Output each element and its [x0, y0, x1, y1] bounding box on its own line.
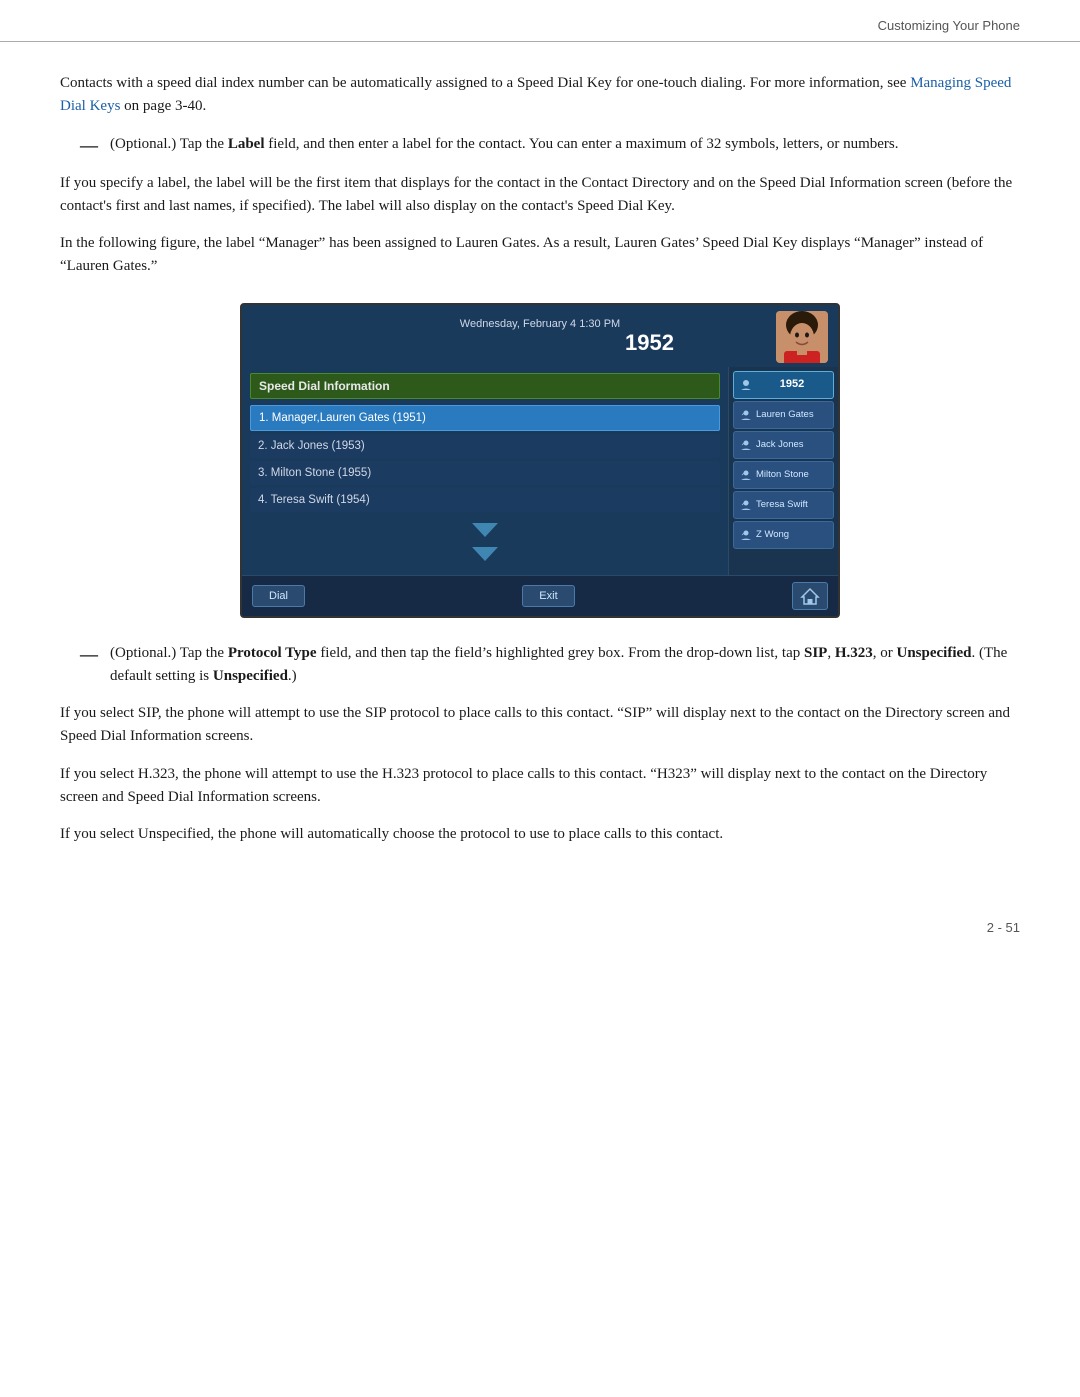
- speed-key-2-label: Lauren Gates: [756, 409, 814, 420]
- speed-dial-header: Speed Dial Information: [250, 373, 720, 399]
- phone-right-panel: 1952 Lauren Gates: [728, 367, 838, 575]
- phone-main-body: Speed Dial Information 1. Manager,Lauren…: [242, 367, 838, 575]
- contact-item-1[interactable]: 1. Manager,Lauren Gates (1951): [250, 405, 720, 431]
- phone-topbar: Wednesday, February 4 1:30 PM 1952: [242, 305, 838, 367]
- contact-4-text: 4. Teresa Swift (1954): [258, 494, 370, 506]
- speed-key-1-icon: [739, 378, 753, 392]
- phone-extension-display: 1952: [396, 330, 684, 356]
- speed-key-teresa-swift[interactable]: Teresa Swift: [733, 491, 834, 519]
- contact-item-4[interactable]: 4. Teresa Swift (1954): [250, 488, 720, 512]
- speed-key-5-icon: [739, 498, 753, 512]
- bullet-item-1: — (Optional.) Tap the Label field, and t…: [80, 133, 1020, 158]
- bullet-2-text: (Optional.) Tap the Protocol Type field,…: [110, 642, 1020, 689]
- paragraph-4: If you select SIP, the phone will attemp…: [60, 702, 1020, 749]
- contact-2-text: 2. Jack Jones (1953): [258, 440, 365, 452]
- chapter-title: Customizing Your Phone: [878, 18, 1020, 33]
- avatar-svg: [776, 311, 828, 363]
- page-number: 2 - 51: [987, 920, 1020, 935]
- speed-key-4-icon: [739, 468, 753, 482]
- speed-key-4-label: Milton Stone: [756, 469, 809, 480]
- exit-button[interactable]: Exit: [522, 585, 574, 607]
- contact-item-3[interactable]: 3. Milton Stone (1955): [250, 461, 720, 485]
- page-header: Customizing Your Phone: [0, 0, 1080, 42]
- dial-button[interactable]: Dial: [252, 585, 305, 607]
- speed-key-6-icon: [739, 528, 753, 542]
- speed-key-5-label: Teresa Swift: [756, 499, 808, 510]
- home-button[interactable]: [792, 582, 828, 610]
- paragraph-3: In the following figure, the label “Mana…: [60, 232, 1020, 279]
- dash-symbol-2: —: [80, 642, 98, 689]
- speed-key-3-icon: [739, 438, 753, 452]
- paragraph-2: If you specify a label, the label will b…: [60, 172, 1020, 219]
- contact-3-text: 3. Milton Stone (1955): [258, 467, 371, 479]
- speed-key-lauren-gates[interactable]: Lauren Gates: [733, 401, 834, 429]
- speed-key-1952[interactable]: 1952: [733, 371, 834, 399]
- scroll-arrows: [250, 515, 720, 569]
- phone-screenshot: Wednesday, February 4 1:30 PM 1952: [240, 303, 840, 618]
- speed-key-milton-stone[interactable]: Milton Stone: [733, 461, 834, 489]
- phone-topbar-right: [684, 311, 828, 363]
- bullet-1-text: (Optional.) Tap the Label field, and the…: [110, 133, 899, 158]
- speed-key-2-icon: [739, 408, 753, 422]
- speed-key-3-label: Jack Jones: [756, 439, 804, 450]
- speed-key-jack-jones[interactable]: Jack Jones: [733, 431, 834, 459]
- bullet-item-2: — (Optional.) Tap the Protocol Type fiel…: [80, 642, 1020, 689]
- phone-datetime: Wednesday, February 4 1:30 PM: [396, 318, 684, 330]
- speed-key-z-wong[interactable]: Z Wong: [733, 521, 834, 549]
- paragraph-6: If you select Unspecified, the phone wil…: [60, 823, 1020, 846]
- p1-suffix: on page 3-40.: [120, 98, 206, 114]
- phone-left-panel: Speed Dial Information 1. Manager,Lauren…: [242, 367, 728, 575]
- contact-item-2[interactable]: 2. Jack Jones (1953): [250, 434, 720, 458]
- paragraph-1: Contacts with a speed dial index number …: [60, 72, 1020, 119]
- speed-key-1-label: 1952: [756, 378, 828, 391]
- contact-1-text: 1. Manager,Lauren Gates (1951): [259, 412, 426, 424]
- main-content: Contacts with a speed dial index number …: [0, 42, 1080, 890]
- phone-topbar-center: Wednesday, February 4 1:30 PM 1952: [396, 318, 684, 356]
- scroll-down-arrow-1[interactable]: [468, 519, 502, 541]
- p1-text: Contacts with a speed dial index number …: [60, 75, 910, 91]
- dash-symbol-1: —: [80, 133, 98, 158]
- contact-avatar: [776, 311, 828, 363]
- scroll-down-arrow-2[interactable]: [468, 543, 502, 565]
- speed-key-6-label: Z Wong: [756, 529, 789, 540]
- page-footer: 2 - 51: [0, 910, 1080, 945]
- paragraph-5: If you select H.323, the phone will atte…: [60, 763, 1020, 810]
- phone-bottombar: Dial Exit: [242, 575, 838, 616]
